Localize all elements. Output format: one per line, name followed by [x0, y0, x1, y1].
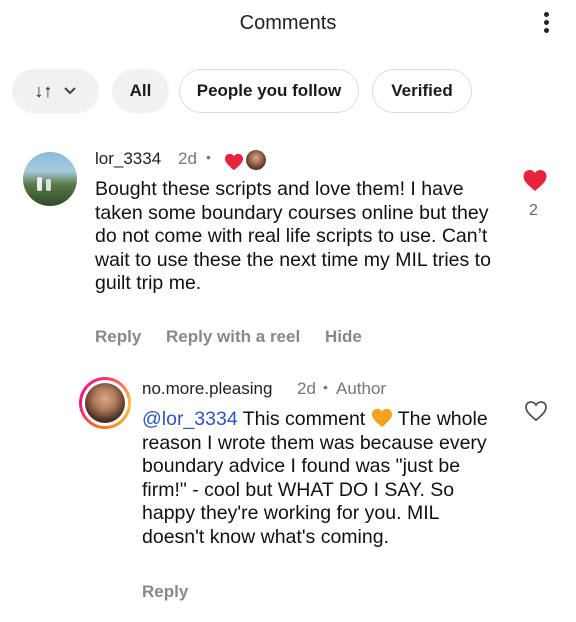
more-options-icon[interactable]	[538, 9, 554, 39]
reply-with-reel-button[interactable]: Reply with a reel	[166, 327, 300, 346]
author-badge: Author	[336, 379, 387, 398]
like-heart-icon[interactable]	[522, 169, 548, 192]
orange-heart-icon	[371, 408, 392, 428]
comment-body: @lor_3334 This comment The whole reason …	[142, 408, 492, 549]
reply-button[interactable]: Reply	[95, 327, 141, 346]
comment-username[interactable]: lor_3334	[95, 149, 161, 169]
chevron-down-icon	[63, 87, 76, 95]
creator-liked-heart-icon	[225, 153, 243, 171]
comment-body: Bought these scripts and love them! I ha…	[95, 178, 491, 294]
avatar[interactable]	[79, 377, 131, 429]
separator-dot: •	[323, 379, 328, 395]
comment-actions: Reply Reply with a reel Hide	[95, 327, 382, 347]
filter-people-you-follow[interactable]: People you follow	[179, 69, 359, 113]
like-count: 2	[529, 202, 538, 219]
sort-icon: ↓↑	[34, 80, 53, 101]
filter-bar: ↓↑ All People you follow Verified	[0, 69, 576, 117]
filter-all[interactable]: All	[112, 69, 169, 113]
comment-username[interactable]: no.more.pleasing	[142, 379, 272, 399]
sort-button[interactable]: ↓↑	[12, 69, 99, 113]
comment-time: 2d	[297, 379, 316, 398]
filter-verified[interactable]: Verified	[372, 69, 472, 113]
header: Comments	[0, 0, 576, 46]
page-title: Comments	[239, 12, 337, 34]
avatar[interactable]	[23, 152, 77, 206]
mention-link[interactable]: @lor_3334	[142, 408, 238, 430]
reply-button[interactable]: Reply	[142, 582, 188, 601]
comment-text-part: This comment	[237, 408, 371, 430]
creator-avatar-mini	[246, 150, 266, 170]
like-heart-outline-icon[interactable]	[524, 400, 548, 422]
comment-time: 2d	[178, 149, 197, 168]
separator-dot: •	[206, 149, 211, 165]
hide-button[interactable]: Hide	[325, 327, 362, 346]
comment-actions: Reply	[142, 582, 208, 602]
